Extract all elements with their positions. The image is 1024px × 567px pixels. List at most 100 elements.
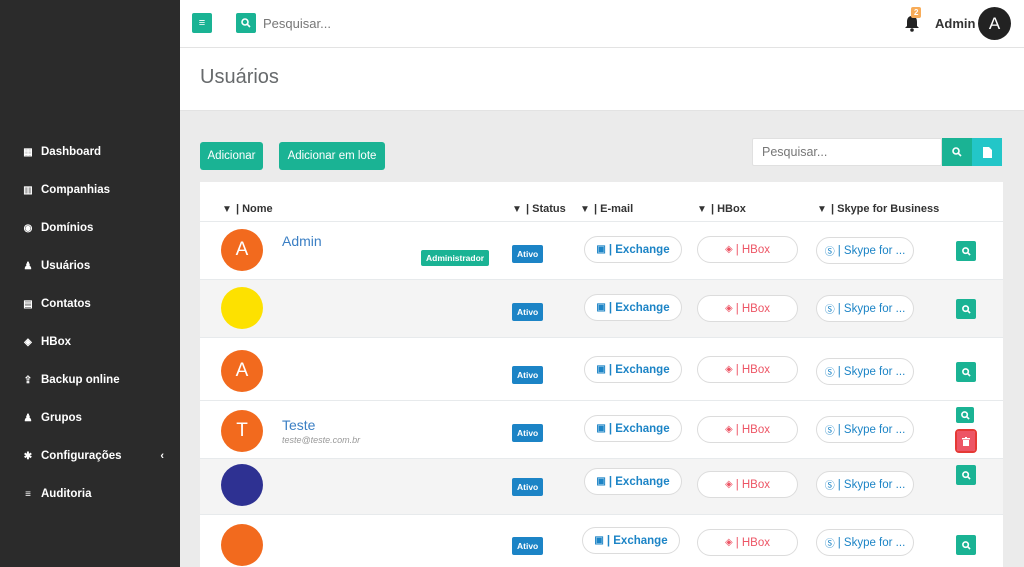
notification-badge: 2 bbox=[911, 7, 922, 18]
table-row[interactable]: Ativo ▣ | Exchange ◈ | HBox Ⓢ | Skype for .… bbox=[200, 279, 1003, 337]
search-icon bbox=[961, 540, 971, 550]
column-header-skype[interactable]: ▼ | Skype for Business bbox=[817, 203, 939, 215]
top-search-input[interactable]: Pesquisar... bbox=[263, 16, 331, 31]
skype-button[interactable]: Ⓢ | Skype for ... bbox=[816, 358, 914, 385]
box-icon: ◈ bbox=[724, 479, 733, 490]
hbox-button[interactable]: ◈ | HBox bbox=[697, 295, 798, 322]
add-button[interactable]: Adicionar bbox=[200, 142, 263, 170]
exchange-icon: ▣ bbox=[596, 364, 606, 375]
exchange-button[interactable]: ▣ | Exchange bbox=[584, 468, 682, 495]
column-header-hbox[interactable]: ▼ | HBox bbox=[697, 203, 746, 215]
contact-card-icon: ▤ bbox=[23, 298, 33, 310]
sidebar-item-label: Contatos bbox=[41, 298, 91, 310]
view-button[interactable] bbox=[956, 241, 976, 261]
exchange-button[interactable]: ▣ | Exchange bbox=[584, 356, 682, 383]
dashboard-icon: ▦ bbox=[23, 146, 33, 158]
hbox-button[interactable]: ◈ | HBox bbox=[697, 416, 798, 443]
user-name-link[interactable]: Teste bbox=[282, 417, 315, 433]
upload-icon: ⇪ bbox=[23, 374, 33, 386]
sidebar-item-hbox[interactable]: ◈ HBox bbox=[0, 323, 180, 361]
gear-icon: ✱ bbox=[23, 450, 33, 462]
filter-icon: ▼ bbox=[580, 204, 590, 215]
sidebar-item-dominios[interactable]: ◉ Domínios bbox=[0, 209, 180, 247]
avatar bbox=[221, 287, 263, 329]
table-row[interactable]: Ativo ▣ | Exchange ◈ | HBox Ⓢ | Skype for .… bbox=[200, 458, 1003, 514]
hbox-button[interactable]: ◈ | HBox bbox=[697, 236, 798, 263]
page-title: Usuários bbox=[200, 66, 279, 88]
exchange-button[interactable]: ▣ | Exchange bbox=[584, 236, 682, 263]
sidebar-item-dashboard[interactable]: ▦ Dashboard bbox=[0, 133, 180, 171]
column-header-email[interactable]: ▼ | E-mail bbox=[580, 203, 633, 215]
skype-icon: Ⓢ bbox=[824, 481, 835, 492]
exchange-button[interactable]: ▣ | Exchange bbox=[584, 415, 682, 442]
sidebar-item-contatos[interactable]: ▤ Contatos bbox=[0, 285, 180, 323]
status-badge: Ativo bbox=[512, 245, 544, 263]
sidebar: ▦ Dashboard ▥ Companhias ◉ Domínios ♟ Us… bbox=[0, 0, 180, 567]
avatar: A bbox=[221, 229, 263, 271]
table-row[interactable]: A Ativo ▣ | Exchange ◈ | HBox Ⓢ | Skype for… bbox=[200, 337, 1003, 400]
sidebar-item-configuracoes[interactable]: ✱ Configurações ‹ bbox=[0, 437, 180, 475]
skype-button[interactable]: Ⓢ | Skype for ... bbox=[816, 237, 914, 264]
sidebar-item-label: Grupos bbox=[41, 412, 82, 424]
avatar[interactable]: A bbox=[978, 7, 1011, 40]
sidebar-item-label: Dashboard bbox=[41, 146, 102, 158]
filter-icon: ▼ bbox=[697, 204, 707, 215]
skype-icon: Ⓢ bbox=[824, 426, 835, 437]
view-button[interactable] bbox=[956, 362, 976, 382]
sidebar-item-label: Usuários bbox=[41, 260, 91, 272]
hbox-button[interactable]: ◈ | HBox bbox=[697, 471, 798, 498]
sidebar-nav: ▦ Dashboard ▥ Companhias ◉ Domínios ♟ Us… bbox=[0, 133, 180, 513]
view-button[interactable] bbox=[956, 299, 976, 319]
sidebar-item-companhias[interactable]: ▥ Companhias bbox=[0, 171, 180, 209]
user-icon: ♟ bbox=[23, 260, 33, 272]
user-name[interactable]: Admin bbox=[935, 16, 975, 31]
status-badge: Ativo bbox=[512, 537, 544, 555]
top-search-button[interactable] bbox=[236, 13, 256, 33]
search-icon bbox=[241, 18, 251, 28]
column-header-name[interactable]: ▼ | Nome bbox=[222, 203, 273, 215]
user-search-input[interactable]: Pesquisar... bbox=[752, 138, 942, 166]
exchange-icon: ▣ bbox=[596, 423, 606, 434]
box-icon: ◈ bbox=[724, 364, 733, 375]
export-button[interactable] bbox=[972, 138, 1002, 166]
box-icon: ◈ bbox=[724, 303, 733, 314]
hbox-button[interactable]: ◈ | HBox bbox=[697, 356, 798, 383]
status-badge: Ativo bbox=[512, 478, 544, 496]
sidebar-item-label: Backup online bbox=[41, 374, 120, 386]
box-icon: ◈ bbox=[724, 537, 733, 548]
sidebar-item-grupos[interactable]: ♟ Grupos bbox=[0, 399, 180, 437]
table-row[interactable]: Ativo ▣ | Exchange ◈ | HBox Ⓢ | Skype for .… bbox=[200, 514, 1003, 567]
skype-button[interactable]: Ⓢ | Skype for ... bbox=[816, 529, 914, 556]
page-header: Usuários bbox=[180, 48, 1024, 111]
trash-icon bbox=[962, 436, 970, 446]
view-button[interactable] bbox=[956, 535, 976, 555]
user-name-link[interactable]: Admin bbox=[282, 233, 322, 249]
menu-toggle-button[interactable]: ≡ bbox=[192, 13, 212, 33]
user-email: teste@teste.com.br bbox=[282, 435, 361, 445]
box-icon: ◈ bbox=[724, 244, 733, 255]
sidebar-item-backup-online[interactable]: ⇪ Backup online bbox=[0, 361, 180, 399]
sidebar-item-auditoria[interactable]: ≡ Auditoria bbox=[0, 475, 180, 513]
table-row[interactable]: A Admin Administrador Ativo ▣ | Exchange … bbox=[200, 221, 1003, 279]
table-row[interactable]: T Teste teste@teste.com.br Ativo ▣ | Exch… bbox=[200, 400, 1003, 458]
sidebar-item-usuarios[interactable]: ♟ Usuários bbox=[0, 247, 180, 285]
skype-button[interactable]: Ⓢ | Skype for ... bbox=[816, 295, 914, 322]
sidebar-item-label: Configurações bbox=[41, 450, 122, 462]
skype-button[interactable]: Ⓢ | Skype for ... bbox=[816, 416, 914, 443]
bulk-add-button[interactable]: Adicionar em lote bbox=[279, 142, 385, 170]
globe-icon: ◉ bbox=[23, 222, 33, 234]
exchange-button[interactable]: ▣ | Exchange bbox=[584, 294, 682, 321]
hbox-button[interactable]: ◈ | HBox bbox=[697, 529, 798, 556]
delete-button[interactable] bbox=[955, 429, 977, 453]
search-icon bbox=[961, 470, 971, 480]
view-button[interactable] bbox=[956, 465, 976, 485]
view-button[interactable] bbox=[956, 407, 974, 423]
status-badge: Ativo bbox=[512, 424, 544, 442]
status-badge: Ativo bbox=[512, 303, 544, 321]
search-button[interactable] bbox=[942, 138, 972, 166]
skype-icon: Ⓢ bbox=[824, 539, 835, 550]
exchange-button[interactable]: ▣ | Exchange bbox=[582, 527, 680, 554]
skype-button[interactable]: Ⓢ | Skype for ... bbox=[816, 471, 914, 498]
column-header-status[interactable]: ▼ | Status bbox=[512, 203, 566, 215]
sidebar-item-label: HBox bbox=[41, 336, 72, 348]
